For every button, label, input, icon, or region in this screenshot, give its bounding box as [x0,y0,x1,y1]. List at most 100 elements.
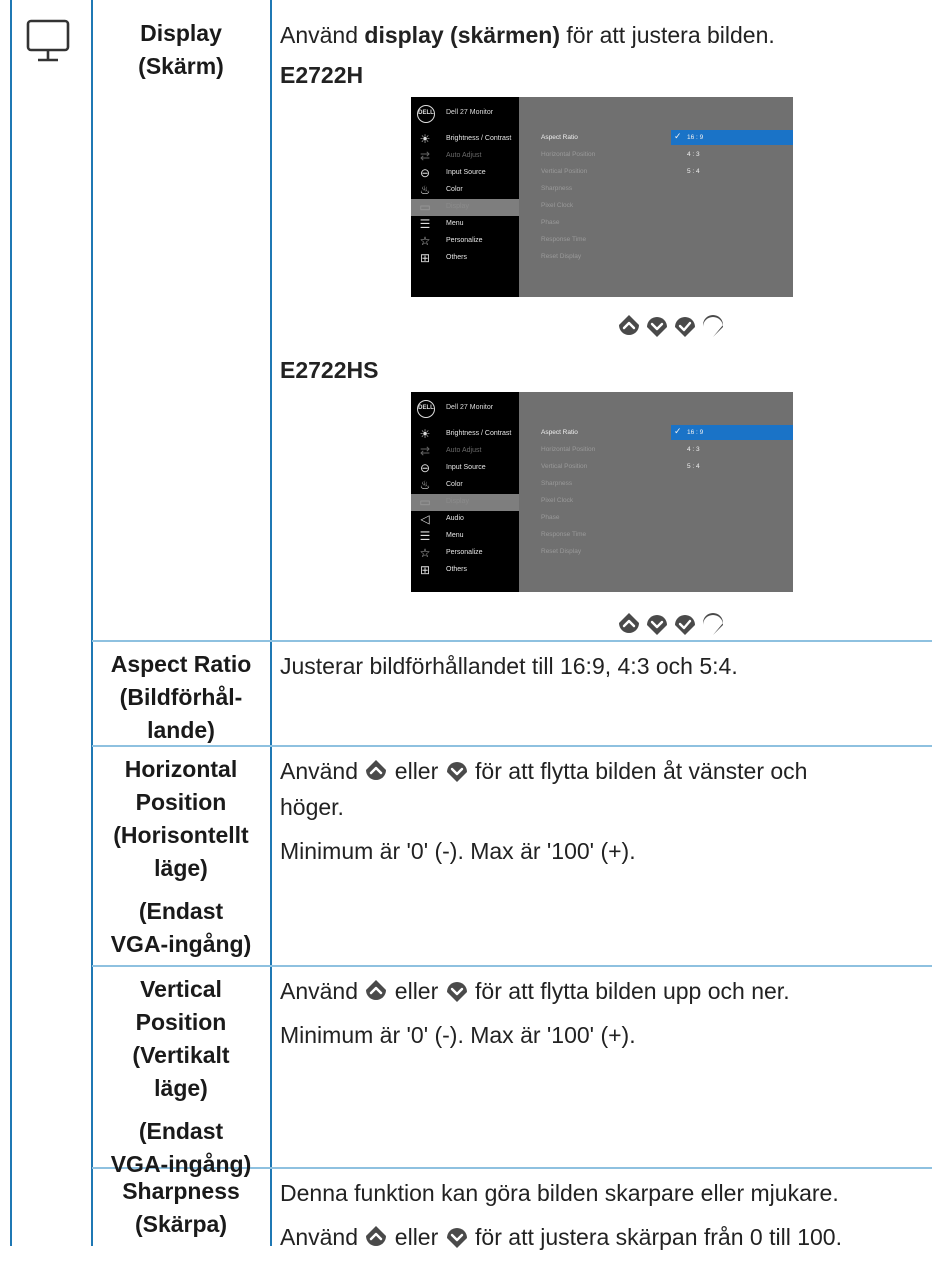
osd-menu-label: Others [446,566,468,573]
osd-submenu-item: Response Time [541,531,587,538]
osd-menu-item: ☆ Personalize [411,233,519,250]
osd-submenu-item: Pixel Clock [541,202,574,209]
osd-menu-label: Auto Adjust [446,152,482,159]
menu-icon: ☰ [419,217,431,231]
model-label-e2722h: E2722H [280,62,364,88]
osd-option: 5 : 4 [687,463,700,470]
osd-submenu-item: Reset Display [541,253,582,260]
up-button-icon [619,315,639,335]
osd-submenu-item: Reset Display [541,548,582,555]
osd-option: 4 : 3 [687,151,700,158]
color-icon: ♨ [419,183,431,197]
osd-menu-label: Menu [446,220,464,227]
up-button-icon [619,613,639,633]
checkmark-icon: ✓ [674,131,682,141]
osd-submenu-item: Aspect Ratio [541,134,578,141]
osd-submenu-item: Horizontal Position [541,446,596,453]
row-divider [92,640,932,642]
dell-logo: DELL [417,105,435,123]
osd-menu-item: ▭ Display [411,494,519,511]
vertical-position-name: Vertical Position (Vertikalt läge) (Enda… [110,976,252,1177]
osd-submenu-item: Phase [541,514,560,521]
aspect-ratio-name: Aspect Ratio (Bildförhål- lande) [110,651,252,743]
osd-menu-label: Display [446,203,469,210]
auto-adjust-icon: ⇄ [419,149,431,163]
auto-adjust-icon: ⇄ [419,444,431,458]
sharpness-description: Denna funktion kan göra bilden skarpare … [280,1180,842,1250]
down-button-icon [445,1223,469,1248]
osd-menu-item: ☰ Menu [411,216,519,233]
osd-menu-label: Color [446,186,463,193]
osd-menu-label: Input Source [446,169,486,176]
osd-title: Dell 27 Monitor [446,404,494,411]
up-button-icon [364,977,388,1001]
osd-submenu-item: Vertical Position [541,168,588,175]
checkmark-icon: ✓ [674,426,682,436]
monitor-icon [26,19,70,62]
osd-menu-item: ☰ Menu [411,528,519,545]
osd-submenu-item: Horizontal Position [541,151,596,158]
osd-menu-item: ▭ Display [411,199,519,216]
input-source-icon: ⊖ [419,461,431,475]
osd-menu-label: Others [446,254,468,261]
osd-screenshot-e2722h: DELL Dell 27 Monitor ☀ Brightness / Contr… [411,97,793,297]
display-icon: ▭ [419,200,431,214]
osd-menu-label: Personalize [446,549,483,556]
osd-title: Dell 27 Monitor [446,109,494,116]
up-button-icon [364,757,388,781]
osd-menu-item: ⊞ Others [411,562,519,579]
vertical-position-description: Använd eller för att flytta bilden upp o… [280,977,790,1048]
osd-menu-item: ☀ Brightness / Contrast [411,426,519,443]
sun-icon: ☀ [419,427,431,441]
aspect-ratio-description: Justerar bildförhållandet till 16:9, 4:3… [280,653,738,679]
display-name: Display (Skärm) [138,20,224,79]
horizontal-position-description: Använd eller för att flytta bilden åt vä… [280,757,808,864]
osd-option: 5 : 4 [687,168,700,175]
osd-menu-label: Display [446,498,469,505]
osd-menu-label: Color [446,481,463,488]
table-border-col2 [270,0,272,1246]
down-button-icon [445,977,469,1002]
row-divider [92,965,932,967]
osd-submenu-item: Sharpness [541,480,573,487]
osd-menu-item: ☆ Personalize [411,545,519,562]
back-button-icon [703,613,723,635]
osd-submenu-item: Aspect Ratio [541,429,578,436]
osd-submenu-item: Response Time [541,236,587,243]
osd-menu-item: ⇄ Auto Adjust [411,443,519,460]
osd-menu-item: ⇄ Auto Adjust [411,148,519,165]
osd-submenu-item: Sharpness [541,185,573,192]
table-border-col1 [91,0,93,1246]
down-button-icon [647,615,667,635]
osd-submenu-item: Vertical Position [541,463,588,470]
osd-menu-item: ◁ Audio [411,511,519,528]
star-icon: ☆ [419,546,431,560]
osd-submenu-item: Phase [541,219,560,226]
osd-submenu-item: Pixel Clock [541,497,574,504]
menu-icon: ☰ [419,529,431,543]
osd-menu-label: Menu [446,532,464,539]
sun-icon: ☀ [419,132,431,146]
osd-menu-item: ⊖ Input Source [411,165,519,182]
osd-option: ✓ 16 : 9 [671,425,793,440]
osd-menu-label: Brightness / Contrast [446,430,512,437]
others-icon: ⊞ [419,251,431,265]
model-label-e2722hs: E2722HS [280,357,379,383]
ok-button-icon [675,317,695,337]
ok-button-icon [675,615,695,635]
display-icon: ▭ [419,495,431,509]
osd-menu-label: Auto Adjust [446,447,482,454]
others-icon: ⊞ [419,563,431,577]
color-icon: ♨ [419,478,431,492]
dell-logo: DELL [417,400,435,418]
osd-menu-item: ⊖ Input Source [411,460,519,477]
speaker-icon: ◁ [420,512,430,526]
osd-menu-item: ♨ Color [411,182,519,199]
osd-menu-item: ♨ Color [411,477,519,494]
display-description: Använd display (skärmen) för att justera… [280,22,775,48]
osd-menu-item: ⊞ Others [411,250,519,267]
osd-option: ✓ 16 : 9 [671,130,793,145]
down-button-icon [647,317,667,337]
osd-menu-item: ☀ Brightness / Contrast [411,131,519,148]
sharpness-name: Sharpness (Skärpa) [122,1178,240,1237]
